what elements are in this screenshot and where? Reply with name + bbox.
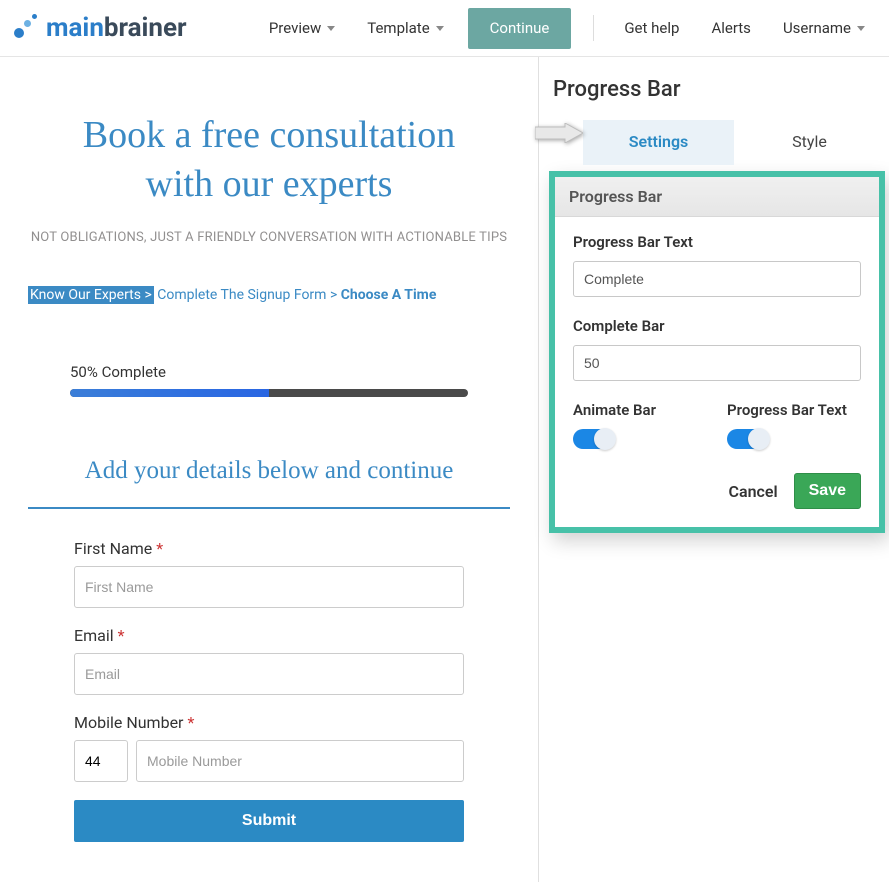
logo-text-1: main [46, 13, 104, 43]
top-bar: mainbrainer Preview Template Continue Ge… [0, 0, 889, 57]
callout-arrow-wrap: Settings Style [549, 120, 885, 165]
progress-bar-text-toggle[interactable] [727, 429, 767, 449]
breadcrumb-sep: > [326, 287, 340, 303]
email-input[interactable] [74, 653, 464, 695]
breadcrumb-step-3[interactable]: Choose A Time [341, 287, 437, 303]
nav-alerts-label: Alerts [711, 19, 751, 37]
left-preview-pane: Book a free consultation with our expert… [0, 57, 538, 882]
toggle-knob-icon [594, 428, 616, 450]
tab-settings[interactable]: Settings [583, 120, 734, 165]
required-marker: * [156, 539, 163, 558]
chevron-down-icon [436, 26, 444, 31]
nav-continue-label: Continue [490, 19, 550, 37]
required-marker: * [118, 626, 125, 645]
progress-bar-text-toggle-label: Progress Bar Text [727, 401, 861, 419]
email-label: Email * [74, 626, 464, 645]
nav-continue-button[interactable]: Continue [468, 8, 572, 49]
tab-style[interactable]: Style [734, 120, 885, 165]
field-mobile: Mobile Number * [74, 713, 464, 782]
logo-text-2: brainer [104, 13, 187, 43]
progress-label: 50% Complete [70, 363, 468, 381]
nav-template-label: Template [367, 19, 429, 37]
hero-line-2: with our experts [146, 163, 393, 205]
progress-track [70, 389, 468, 397]
progress-fill [70, 389, 269, 397]
nav-right: Get help Alerts Username [608, 5, 881, 51]
nav-divider [593, 15, 594, 41]
panel-body: Progress Bar Text Complete Bar Animate B… [555, 217, 879, 527]
first-name-label-text: First Name [74, 539, 152, 558]
cancel-button[interactable]: Cancel [729, 482, 778, 501]
panel-header: Progress Bar [555, 177, 879, 217]
nav-username-label: Username [783, 19, 851, 37]
form-section-title: Add your details below and continue [28, 457, 510, 509]
toggle-progress-bar-text: Progress Bar Text [727, 401, 861, 449]
save-button[interactable]: Save [794, 473, 861, 509]
nav-username[interactable]: Username [767, 5, 881, 51]
signup-form: First Name * Email * Mobile Number * Sub… [74, 539, 464, 842]
submit-button[interactable]: Submit [74, 800, 464, 842]
nav-center: Preview Template Continue [253, 5, 609, 51]
field-first-name: First Name * [74, 539, 464, 608]
hero-title: Book a free consultation with our expert… [28, 111, 510, 210]
toggle-row: Animate Bar Progress Bar Text [573, 401, 861, 449]
nav-template[interactable]: Template [351, 5, 459, 51]
chevron-down-icon [857, 26, 865, 31]
first-name-label: First Name * [74, 539, 464, 558]
progress-bar-text-label: Progress Bar Text [573, 233, 861, 251]
panel-actions: Cancel Save [573, 473, 861, 509]
hero-subtitle: NOT OBLIGATIONS, JUST A FRIENDLY CONVERS… [28, 230, 510, 245]
country-code-input[interactable] [74, 740, 128, 782]
logo-dots-icon [12, 14, 40, 42]
chevron-down-icon [327, 26, 335, 31]
complete-bar-input[interactable] [573, 345, 861, 381]
first-name-input[interactable] [74, 566, 464, 608]
animate-bar-label: Animate Bar [573, 401, 707, 419]
toggle-knob-icon [748, 428, 770, 450]
mobile-label-text: Mobile Number [74, 713, 183, 732]
mobile-number-input[interactable] [136, 740, 464, 782]
nav-alerts[interactable]: Alerts [695, 5, 767, 51]
required-marker: * [187, 713, 194, 732]
nav-get-help[interactable]: Get help [608, 5, 695, 51]
progress-bar-widget[interactable]: 50% Complete [70, 363, 468, 397]
toggle-animate-bar: Animate Bar [573, 401, 707, 449]
mobile-label: Mobile Number * [74, 713, 464, 732]
nav-preview-label: Preview [269, 19, 321, 37]
nav-get-help-label: Get help [624, 19, 679, 37]
nav-preview[interactable]: Preview [253, 5, 351, 51]
field-email: Email * [74, 626, 464, 695]
field-progress-bar-text: Progress Bar Text [573, 233, 861, 297]
breadcrumb-step-1[interactable]: Know Our Experts > [28, 286, 154, 304]
logo[interactable]: mainbrainer [8, 13, 187, 43]
settings-heading: Progress Bar [553, 77, 885, 102]
settings-panel: Progress Bar Progress Bar Text Complete … [549, 171, 885, 533]
complete-bar-label: Complete Bar [573, 317, 861, 335]
breadcrumb-step-2[interactable]: Complete The Signup Form [157, 287, 326, 303]
progress-bar-text-input[interactable] [573, 261, 861, 297]
hero-line-1: Book a free consultation [83, 114, 456, 156]
field-complete-bar: Complete Bar [573, 317, 861, 381]
animate-bar-toggle[interactable] [573, 429, 613, 449]
breadcrumb: Know Our Experts > Complete The Signup F… [28, 287, 510, 303]
arrow-right-icon [535, 123, 583, 143]
email-label-text: Email [74, 626, 114, 645]
right-settings-pane: Progress Bar Settings Style Progress Bar… [538, 57, 889, 882]
settings-tabs: Settings Style [583, 120, 885, 165]
